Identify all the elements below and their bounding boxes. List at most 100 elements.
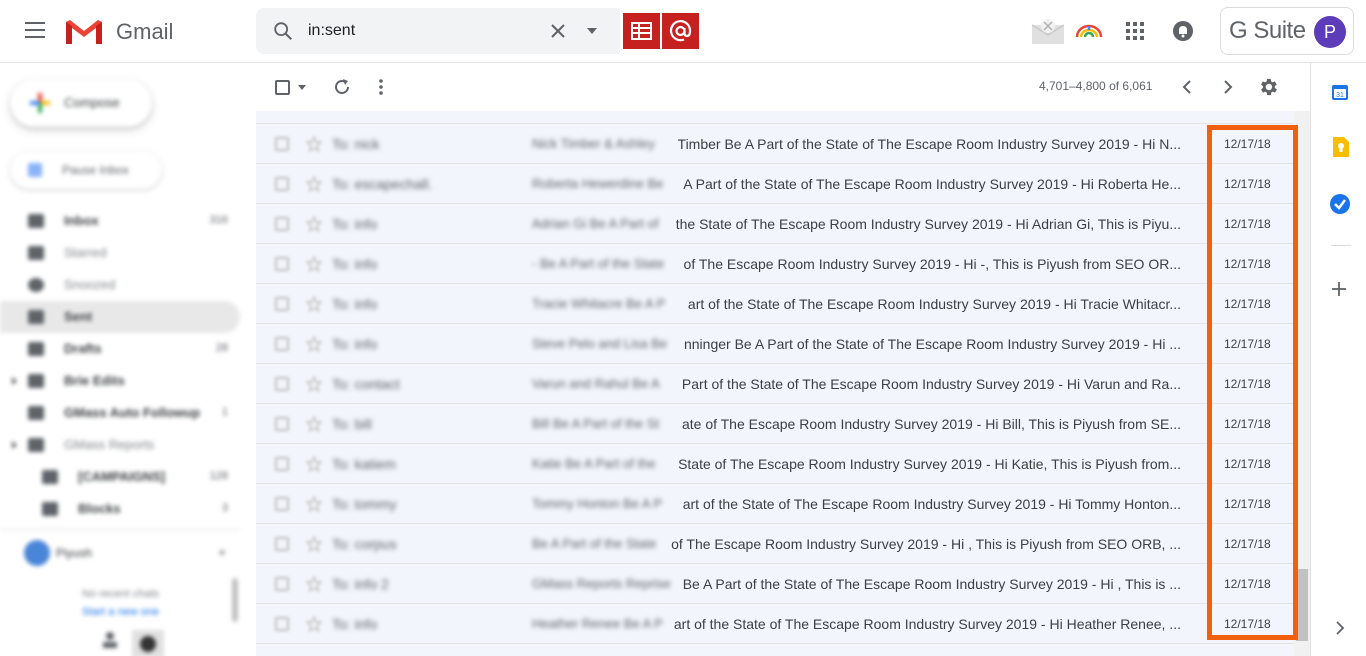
star-icon[interactable] bbox=[306, 336, 322, 352]
sidebar-item-brie-edits[interactable]: Brie Edits bbox=[0, 365, 240, 397]
rainbow-extension-icon[interactable] bbox=[1075, 24, 1103, 38]
star-icon[interactable] bbox=[306, 256, 322, 272]
table-row[interactable]: To: nick Nick Timber & Ashley Timber Be A … bbox=[256, 124, 1294, 164]
star-icon[interactable] bbox=[306, 296, 322, 312]
sidebar-item-campaigns[interactable]: [CAMPAIGNS] 128 bbox=[0, 461, 240, 493]
chevron-left-icon[interactable] bbox=[1181, 79, 1193, 95]
sidebar-item-gmass-reports[interactable]: GMass Reports bbox=[0, 429, 240, 461]
sidebar-item-blocks[interactable]: Blocks 3 bbox=[0, 493, 240, 525]
star-icon[interactable] bbox=[306, 616, 322, 632]
sidebar-item-drafts[interactable]: Drafts 28 bbox=[0, 333, 240, 365]
table-row[interactable]: To: info - Be A Part of the State of The E… bbox=[256, 244, 1294, 284]
expand-caret-icon[interactable] bbox=[12, 441, 17, 449]
star-icon[interactable] bbox=[306, 136, 322, 152]
chevron-right-icon[interactable] bbox=[1335, 621, 1345, 635]
star-icon[interactable] bbox=[306, 576, 322, 592]
row-checkbox[interactable] bbox=[275, 617, 289, 631]
star-icon[interactable] bbox=[306, 176, 322, 192]
sidebar-item-label: GMass Reports bbox=[64, 437, 155, 452]
star-icon[interactable] bbox=[306, 216, 322, 232]
row-checkbox[interactable] bbox=[275, 337, 289, 351]
star-icon[interactable] bbox=[306, 456, 322, 472]
spreadsheet-icon bbox=[631, 22, 652, 40]
row-checkbox[interactable] bbox=[275, 217, 289, 231]
avatar[interactable]: P bbox=[1314, 16, 1346, 48]
sidebar-item-label: [CAMPAIGNS] bbox=[78, 469, 166, 484]
contacts-icon[interactable] bbox=[100, 630, 120, 650]
chevron-right-icon[interactable] bbox=[1222, 79, 1234, 95]
hangouts-scrollbar[interactable] bbox=[232, 578, 238, 622]
main-menu-icon[interactable] bbox=[25, 22, 45, 38]
table-row[interactable]: To: corpus Be A Part of the State of The E… bbox=[256, 524, 1294, 564]
notifications-icon[interactable] bbox=[1172, 20, 1194, 42]
expand-caret-icon[interactable] bbox=[12, 377, 17, 385]
sender-prefix: Tommy Honton Be A P bbox=[532, 496, 663, 511]
more-options-icon[interactable] bbox=[378, 78, 384, 96]
side-panel-divider bbox=[1331, 245, 1351, 246]
gmass-spreadsheet-button[interactable] bbox=[623, 13, 660, 49]
star-icon[interactable] bbox=[306, 496, 322, 512]
sidebar-item-sent[interactable]: Sent bbox=[0, 301, 240, 333]
table-row[interactable]: To: bill Bill Be A Part of the St ate of T… bbox=[256, 404, 1294, 444]
star-icon[interactable] bbox=[306, 416, 322, 432]
start-new-chat-link[interactable]: Start a new one bbox=[82, 606, 159, 618]
mail-tracker-icon[interactable] bbox=[1031, 17, 1065, 45]
sidebar-item-inbox[interactable]: Inbox 316 bbox=[0, 205, 240, 237]
new-chat-plus-icon[interactable]: + bbox=[218, 544, 226, 560]
table-row[interactable]: To: info Steve Pelo and Lisa Be nninger Be… bbox=[256, 324, 1294, 364]
account-switcher[interactable]: G Suite P bbox=[1220, 7, 1354, 55]
row-checkbox[interactable] bbox=[275, 377, 289, 391]
google-apps-icon[interactable] bbox=[1126, 22, 1144, 40]
search-bar[interactable] bbox=[256, 8, 620, 54]
hangouts-user-name[interactable]: Piyush bbox=[56, 546, 92, 560]
row-checkbox[interactable] bbox=[275, 417, 289, 431]
row-checkbox[interactable] bbox=[275, 257, 289, 271]
clear-search-icon[interactable] bbox=[548, 21, 568, 41]
recipient: To: nick bbox=[332, 136, 380, 152]
gmass-email-button[interactable] bbox=[662, 13, 699, 49]
gmail-wordmark[interactable]: Gmail bbox=[116, 19, 173, 45]
tasks-icon[interactable] bbox=[1329, 193, 1351, 215]
gmail-logo[interactable] bbox=[64, 18, 104, 46]
recipient: To: contact bbox=[332, 376, 400, 392]
row-checkbox[interactable] bbox=[275, 457, 289, 471]
table-row[interactable]: To: contact Varun and Rahul Be A Part of t… bbox=[256, 364, 1294, 404]
keep-icon[interactable] bbox=[1331, 137, 1349, 157]
select-all-checkbox[interactable] bbox=[275, 80, 290, 95]
hangouts-tab[interactable] bbox=[132, 630, 164, 656]
gear-icon[interactable] bbox=[1257, 76, 1279, 98]
compose-button[interactable]: Compose bbox=[10, 79, 152, 127]
pause-inbox-button[interactable]: Pause Inbox bbox=[10, 151, 162, 189]
table-row[interactable]: To: katiem Katie Be A Part of the State of… bbox=[256, 444, 1294, 484]
refresh-icon[interactable] bbox=[332, 77, 352, 97]
search-options-dropdown-icon[interactable] bbox=[586, 27, 598, 35]
sender-prefix: Be A Part of the State bbox=[532, 536, 657, 551]
star-icon[interactable] bbox=[306, 376, 322, 392]
subject-snippet: State of The Escape Room Industry Survey… bbox=[678, 456, 1181, 472]
search-icon[interactable] bbox=[272, 20, 294, 42]
sidebar-item-count: 1 bbox=[221, 406, 228, 418]
row-checkbox[interactable] bbox=[275, 137, 289, 151]
row-checkbox[interactable] bbox=[275, 497, 289, 511]
hangouts-avatar[interactable] bbox=[24, 540, 50, 566]
table-row[interactable]: To: info Heather Renee Be A P art of the S… bbox=[256, 604, 1294, 644]
row-checkbox[interactable] bbox=[275, 537, 289, 551]
row-checkbox[interactable] bbox=[275, 577, 289, 591]
sidebar-item-gmass-auto-followup[interactable]: GMass Auto Followup 1 bbox=[0, 397, 240, 429]
table-row[interactable]: To: escapechall. Roberta Hewerdine Be A Pa… bbox=[256, 164, 1294, 204]
clock-icon bbox=[28, 278, 44, 292]
add-addon-icon[interactable] bbox=[1331, 281, 1347, 297]
search-input[interactable] bbox=[308, 20, 528, 42]
table-row[interactable]: To: tommy Tommy Honton Be A P art of the S… bbox=[256, 484, 1294, 524]
row-checkbox[interactable] bbox=[275, 177, 289, 191]
sidebar-item-starred[interactable]: Starred bbox=[0, 237, 240, 269]
select-dropdown-icon[interactable] bbox=[298, 85, 306, 90]
table-row[interactable]: To: info Tracie Whitacre Be A P art of the… bbox=[256, 284, 1294, 324]
label-icon bbox=[42, 470, 58, 484]
calendar-icon[interactable]: 31 bbox=[1331, 83, 1349, 101]
row-checkbox[interactable] bbox=[275, 297, 289, 311]
sidebar-item-snoozed[interactable]: Snoozed bbox=[0, 269, 240, 301]
table-row[interactable]: To: info 2 GMass Reports Reprise Be A Part… bbox=[256, 564, 1294, 604]
star-icon[interactable] bbox=[306, 536, 322, 552]
table-row[interactable]: To: info Adrian Gi Be A Part of the State … bbox=[256, 204, 1294, 244]
